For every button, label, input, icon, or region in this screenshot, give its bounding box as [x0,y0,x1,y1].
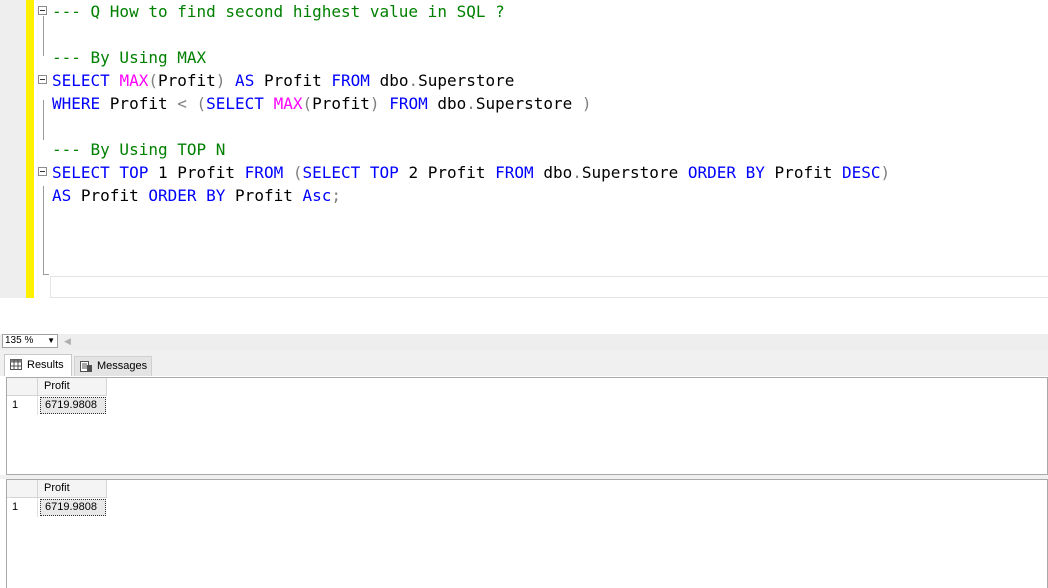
code-token: DESC [841,163,881,182]
result-cell[interactable]: 6719.9808 [40,499,106,516]
outline-guide [43,16,44,56]
outline-guide-end [43,274,49,275]
column-header[interactable]: Profit [38,378,107,396]
code-token: AS [225,71,264,90]
column-header[interactable]: Profit [38,480,107,498]
code-token: ORDER BY [687,163,775,182]
code-line[interactable]: --- Q How to find second highest value i… [52,0,505,23]
code-token: FROM [389,94,438,113]
zoom-value: 135 % [5,335,34,346]
code-token: Superstore [475,94,582,113]
code-token: Profit [157,71,216,90]
editor-status-strip: 135 % ▼ ◀ [0,334,1048,350]
code-token: --- By Using MAX [52,48,207,67]
code-token: FROM [495,163,544,182]
code-token: ) [215,71,226,90]
results-tabbar: Results Messages [0,350,1048,376]
tab-messages-label: Messages [97,360,148,372]
code-token: Profit [109,94,178,113]
outline-guide [43,100,44,140]
code-token: FROM [244,163,293,182]
code-token: MAX [273,94,303,113]
code-token: ORDER BY [148,186,236,205]
code-token: 1 Profit [157,163,245,182]
code-token: < ( [177,94,207,113]
code-token: FROM [331,71,380,90]
row-number[interactable]: 1 [7,498,38,517]
code-token: Superstore [418,71,515,90]
code-token: SELECT [206,94,274,113]
code-line[interactable]: SELECT MAX(Profit) AS Profit FROM dbo.Su… [52,69,514,92]
code-token: ) [880,163,891,182]
code-line[interactable]: SELECT TOP 1 Profit FROM (SELECT TOP 2 P… [52,161,890,184]
result-cell[interactable]: 6719.9808 [40,397,106,414]
code-token: SELECT TOP [302,163,409,182]
scroll-left-icon[interactable]: ◀ [64,335,71,347]
code-token: Profit [263,71,332,90]
results-grid[interactable]: Profit 1 6719.9808 [6,377,1048,475]
outline-guide [43,186,44,274]
grid-icon [10,359,22,370]
code-line[interactable]: AS Profit ORDER BY Profit Asc; [52,184,341,207]
messages-icon [80,361,92,372]
code-token: AS [52,186,81,205]
code-token: WHERE [52,94,110,113]
code-token: . [466,94,476,113]
code-token: Profit [774,163,842,182]
code-token: MAX [119,71,149,90]
code-token: SELECT TOP [52,163,158,182]
change-tracking-bar [26,0,34,298]
zoom-dropdown[interactable]: 135 % ▼ [2,334,58,348]
code-token: 2 Profit [408,163,496,182]
code-token: Profit [80,186,149,205]
current-line-highlight [50,276,1048,298]
editor-gutter [0,0,26,298]
code-token: ; [331,186,342,205]
results-grid[interactable]: Profit 1 6719.9808 [6,479,1048,588]
collapse-region-icon[interactable] [38,75,47,84]
code-token: ) [581,94,592,113]
code-token: Profit [235,186,303,205]
code-token: dbo [543,163,573,182]
code-token: ( [302,94,313,113]
code-token: . [572,163,582,182]
code-line[interactable]: --- By Using MAX [52,46,206,69]
code-token: --- Q How to find second highest value i… [52,2,505,21]
code-token: ) [369,94,390,113]
grid-select-all[interactable] [7,480,38,498]
code-line[interactable]: WHERE Profit < (SELECT MAX(Profit) FROM … [52,92,592,115]
code-token: Superstore [581,163,688,182]
code-line[interactable]: --- By Using TOP N [52,138,225,161]
code-token: dbo [437,94,467,113]
code-token: Profit [312,94,370,113]
grid-select-all[interactable] [7,378,38,396]
code-token: SELECT [52,71,120,90]
query-editor[interactable]: --- Q How to find second highest value i… [0,0,1048,334]
code-token: --- By Using TOP N [52,140,226,159]
code-token: Asc [302,186,332,205]
code-token: ( [148,71,158,90]
collapse-region-icon[interactable] [38,6,47,15]
code-token: dbo [379,71,409,90]
tab-results-label: Results [27,359,64,371]
tab-messages[interactable]: Messages [74,356,152,376]
code-token: . [408,71,419,90]
tab-results[interactable]: Results [4,354,72,376]
chevron-down-icon: ▼ [47,336,55,345]
row-number[interactable]: 1 [7,396,38,415]
collapse-region-icon[interactable] [38,167,47,176]
